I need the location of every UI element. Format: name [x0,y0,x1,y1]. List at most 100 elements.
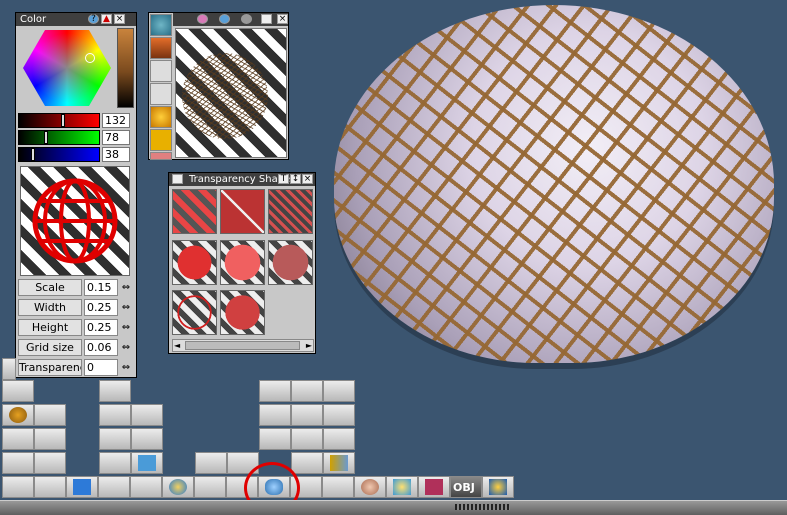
scale-drag-arrows-icon[interactable]: ⇔ [120,280,132,295]
red-value[interactable]: 132 [102,113,130,128]
hand-tool[interactable] [482,476,514,498]
status-grip[interactable] [455,504,510,510]
eyedropper-tool[interactable] [150,83,172,105]
orange-ball-tool[interactable] [150,106,172,128]
globe-icon[interactable] [219,14,230,24]
tool-grid-a5[interactable] [34,428,66,450]
brightness-strip[interactable] [117,28,134,108]
tool-grid-a2[interactable] [2,404,34,426]
face-tool[interactable] [354,476,386,498]
palette-tool[interactable] [162,476,194,498]
tool-mesh-3[interactable] [323,380,355,402]
green-slider[interactable] [18,130,100,145]
bottom-tool-11[interactable] [322,476,354,498]
render-icon[interactable] [197,14,208,24]
color-panel-titlebar[interactable]: Color ? ▲ × [16,13,136,26]
green-slider-knob[interactable] [44,131,48,144]
tool-mesh-7[interactable] [259,428,291,450]
material-panel-titlebar[interactable]: × [173,13,288,26]
height-value[interactable]: 0.25 [84,319,118,336]
height-drag-arrows-icon[interactable]: ⇔ [120,320,132,335]
width-drag-arrows-icon[interactable]: ⇔ [120,300,132,315]
tool-mesh-10[interactable] [195,452,227,474]
bottom-tool-1[interactable] [2,476,34,498]
tool-grid-a1[interactable] [2,380,34,402]
red-slider-knob[interactable] [61,114,65,127]
yellow-square-tool[interactable] [150,129,172,151]
extrude-tool[interactable] [130,476,162,498]
tool-curve-6[interactable] [99,452,131,474]
shaders-resize-button[interactable]: ↕ [290,174,301,184]
shader-thumb-8[interactable] [220,290,265,335]
obj-export-button[interactable]: OBJ [450,476,482,498]
tool-curve-1[interactable] [99,380,131,402]
tool-mesh-8[interactable] [291,428,323,450]
texture-tool[interactable] [418,476,450,498]
blue-value[interactable]: 38 [102,147,130,162]
grid-size-drag-arrows-icon[interactable]: ⇔ [120,340,132,355]
paint-tool[interactable] [66,476,98,498]
link-icon[interactable] [261,14,272,24]
tool-curve-3[interactable] [131,404,163,426]
transparency-label: Transparency [18,359,82,376]
tool-curve-4[interactable] [99,428,131,450]
tool-mesh-9[interactable] [323,428,355,450]
tool-clip[interactable] [2,358,16,380]
green-value[interactable]: 78 [102,130,130,145]
paint-bucket-tool[interactable] [150,37,172,59]
sphere-mode-icon[interactable] [241,14,252,24]
grid-size-value[interactable]: 0.06 [84,339,118,356]
shader-thumb-1[interactable] [172,189,217,234]
mesh-sphere-preview [182,53,268,139]
help-button[interactable]: ? [88,14,99,24]
blue-slider[interactable] [18,147,100,162]
shader-thumb-5[interactable] [220,240,265,285]
tool-mesh-6[interactable] [323,404,355,426]
grid-size-label: Grid size [18,339,82,356]
tool-curve-7[interactable] [131,452,163,474]
tool-grid-a3[interactable] [34,404,66,426]
bottom-tool-2[interactable] [34,476,66,498]
brush-tool[interactable] [150,60,172,82]
shader-thumb-6[interactable] [268,240,313,285]
shaders-panel-menu-icon[interactable] [172,174,183,184]
shaders-close-button[interactable]: × [302,174,313,184]
material-close-button[interactable]: × [277,14,288,24]
tool-curve-5[interactable] [131,428,163,450]
hex-color-picker[interactable] [23,30,111,106]
blue-slider-knob[interactable] [31,148,35,161]
tool-mesh-5[interactable] [291,404,323,426]
shader-thumb-2[interactable] [220,189,265,234]
shader-thumb-4[interactable] [172,240,217,285]
collapse-button[interactable]: ▲ [101,14,112,24]
width-value[interactable]: 0.25 [84,299,118,316]
transparency-value[interactable]: 0 [84,359,118,376]
candy-sphere-tool[interactable] [150,152,172,160]
shaders-titlebar[interactable]: Transparency Shaders T ↕ × [169,173,315,186]
scale-value[interactable]: 0.15 [84,279,118,296]
bottom-tool-7[interactable] [194,476,226,498]
shaders-scrollbar[interactable]: ◄ ► [172,339,314,352]
color-panel-title: Color [20,14,47,25]
transparency-drag-arrows-icon[interactable]: ⇔ [120,360,132,375]
tool-mesh-1[interactable] [259,380,291,402]
shader-thumb-3[interactable] [268,189,313,234]
tool-mesh-2[interactable] [291,380,323,402]
tool-grid-a6[interactable] [2,452,34,474]
tool-mesh-12[interactable] [291,452,323,474]
red-slider[interactable] [18,113,100,128]
scroll-thumb[interactable] [185,341,300,350]
tool-grid-a7[interactable] [34,452,66,474]
figure-tool[interactable] [386,476,418,498]
tool-mesh-13[interactable] [323,452,355,474]
close-button[interactable]: × [114,14,125,24]
shaders-t-button[interactable]: T [278,174,289,184]
tool-mesh-4[interactable] [259,404,291,426]
material-sphere-tool[interactable] [150,14,172,36]
scroll-left-arrow[interactable]: ◄ [174,340,180,351]
tool-grid-a4[interactable] [2,428,34,450]
shader-thumb-7[interactable] [172,290,217,335]
scroll-right-arrow[interactable]: ► [306,340,312,351]
tool-curve-2[interactable] [99,404,131,426]
lasso-tool[interactable] [98,476,130,498]
